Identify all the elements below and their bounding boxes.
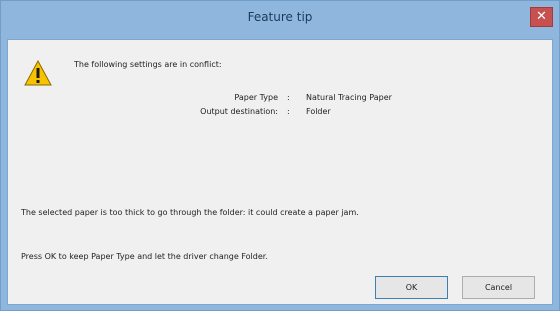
paper-type-separator: :	[287, 93, 290, 102]
cancel-button[interactable]: Cancel	[462, 276, 535, 299]
output-destination-separator: :	[287, 107, 290, 116]
feature-tip-dialog: Feature tip ✕ The following settings are…	[0, 0, 560, 311]
conflict-intro-text: The following settings are in conflict:	[74, 60, 222, 69]
output-destination-label: Output destination:	[200, 107, 278, 116]
close-button[interactable]: ✕	[530, 7, 553, 27]
ok-button[interactable]: OK	[375, 276, 448, 299]
paper-type-label: Paper Type	[234, 93, 278, 102]
explanation-text: The selected paper is too thick to go th…	[21, 208, 359, 217]
instruction-text: Press OK to keep Paper Type and let the …	[21, 252, 268, 261]
title-bar[interactable]: Feature tip ✕	[1, 1, 559, 34]
warning-icon	[24, 60, 52, 86]
output-destination-value: Folder	[306, 107, 331, 116]
dialog-content: The following settings are in conflict: …	[7, 39, 553, 305]
dialog-title: Feature tip	[247, 10, 313, 24]
close-icon: ✕	[536, 9, 547, 24]
paper-type-value: Natural Tracing Paper	[306, 93, 392, 102]
